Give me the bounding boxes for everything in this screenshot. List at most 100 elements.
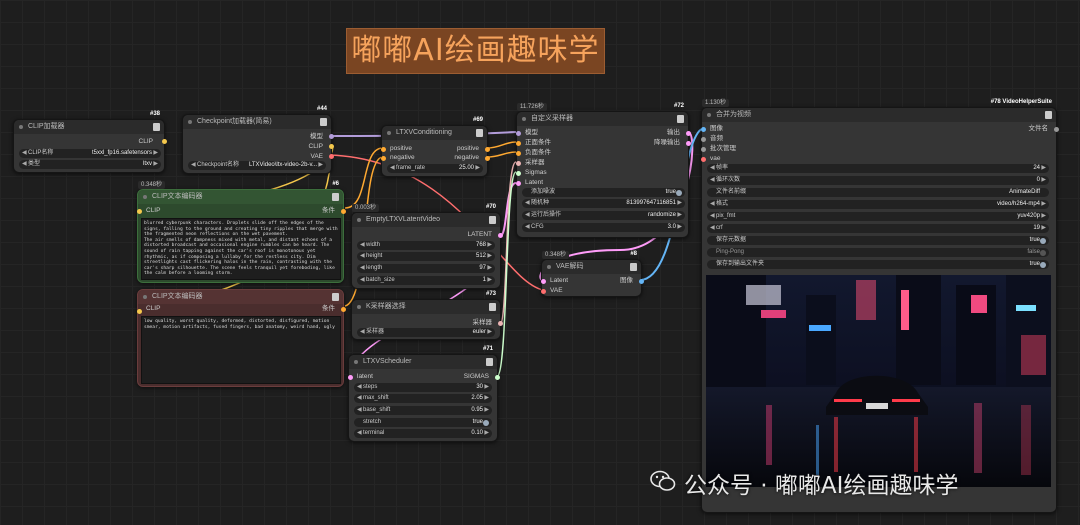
input-model-dot[interactable] [516,131,521,136]
crf-widget[interactable]: ◀ crf 19 ▶ [707,224,1049,233]
frame-rate-widget[interactable]: ◀ 帧率 24 ▶ [707,164,1049,173]
input-positive-dot[interactable] [516,141,521,146]
output-sigmas-dot[interactable] [495,375,500,380]
output-dot[interactable] [686,131,691,136]
vae-decode-node[interactable]: 0.348秒 #8 VAE解码 Latent VAE 图像 [541,251,644,297]
output-filenames-dot[interactable] [1054,127,1059,132]
input-images-dot[interactable] [701,127,706,132]
ltxv-conditioning-node[interactable]: #69 LTXVConditioning positive negative p… [381,117,490,177]
height-widget[interactable]: ◀ height 512 ▶ [357,252,495,261]
node-menu-icon[interactable] [153,123,160,131]
node-menu-icon[interactable] [677,115,684,123]
node-menu-icon[interactable] [489,216,496,224]
save-metadata-toggle[interactable]: 保存元数据 true [707,236,1049,245]
output-positive-dot[interactable] [485,147,490,152]
input-negative-dot[interactable] [516,151,521,156]
node-menu-icon[interactable] [320,118,327,126]
input-sigmas-dot[interactable] [516,171,521,176]
node-menu-icon[interactable] [630,263,637,271]
empty-ltxv-latent-video-node[interactable]: 0.003秒 #70 EmptyLTXVLatentVideo LATENT ◀… [351,204,503,289]
input-clip-dot[interactable] [137,309,142,314]
banner-title: 嘟嘟AI绘画趣味学 [346,28,605,74]
pix-fmt-select[interactable]: ◀ pix_fmt yuv420p ▶ [707,212,1049,221]
output-image-dot[interactable] [639,279,644,284]
loop-count-widget[interactable]: ◀ 循环次数 0 ▶ [707,176,1049,185]
output-vae-dot[interactable] [329,154,334,159]
output-sampler-dot[interactable] [498,321,503,326]
stretch-toggle[interactable]: stretch true [354,418,492,427]
clip-text-encode-positive-node[interactable]: 0.348秒 #6 CLIP文本编码器 CLIP 条件 blurred cybe… [137,181,346,283]
control-after-generate-widget[interactable]: ◀ 运行后操作 randomize ▶ [522,211,685,220]
width-widget[interactable]: ◀ width 768 ▶ [357,241,495,250]
node-header[interactable]: CLIP文本编码器 [138,290,343,304]
input-latent-dot[interactable] [348,375,353,380]
input-vae-dot[interactable] [541,289,546,294]
input-vae-dot[interactable] [701,157,706,162]
node-header[interactable]: 合并为视频 [702,108,1056,122]
ping-pong-toggle[interactable]: Ping-Pong false [707,248,1049,257]
negative-prompt-textarea[interactable]: low quality, worst quality, deformed, di… [141,316,341,384]
node-menu-icon[interactable] [332,293,339,301]
base-shift-widget[interactable]: ◀ base_shift 0.95 ▶ [354,406,492,415]
output-latent-dot[interactable] [498,233,503,238]
input-clip-dot[interactable] [137,209,142,214]
input-positive-dot[interactable] [381,147,386,152]
output-conditioning-dot[interactable] [341,307,346,312]
denoised-output-dot[interactable] [686,141,691,146]
frame-rate-widget[interactable]: ◀ frame_rate 25.00 ▶ [387,164,483,173]
input-latent-dot[interactable] [541,279,546,284]
input-negative-dot[interactable] [381,156,386,161]
filename-prefix-input[interactable]: 文件名前缀 AnimateDiff [707,188,1049,197]
node-header[interactable]: EmptyLTXVLatentVideo [352,213,500,227]
node-menu-icon[interactable] [486,358,493,366]
input-latent-label: Latent [525,179,544,186]
custom-sampler-node[interactable]: 11.726秒 #72 自定义采样器 模型 正面条件 负面条件 采样器 Sigm… [516,103,691,238]
checkpoint-loader-node[interactable]: #44 Checkpoint加载器(简易) 模型 CLIP VAE ◀ Check… [182,106,334,174]
node-header[interactable]: CLIP文本编码器 [138,190,343,204]
output-clip-dot[interactable] [162,139,167,144]
node-menu-icon[interactable] [332,193,339,201]
save-output-toggle[interactable]: 保存到输出文件夹 true [707,260,1049,269]
seed-widget[interactable]: ◀ 随机种 813997647116851 ▶ [522,199,685,208]
steps-widget[interactable]: ◀ steps 30 ▶ [354,383,492,392]
node-header[interactable]: 自定义采样器 [517,112,688,126]
prompt-textarea[interactable]: blurred cyberpunk characters. Droplets s… [141,218,341,280]
node-id: #78 VideoHelperSuite [990,99,1052,105]
output-model-dot[interactable] [329,134,334,139]
node-header[interactable]: VAE解码 [542,260,641,274]
add-noise-toggle[interactable]: 添加噪波 true [522,188,685,197]
clip-name-widget[interactable]: ◀ CLIP名称 t5xxl_fp16.safetensors ▶ [19,149,161,158]
output-conditioning-dot[interactable] [341,209,346,214]
ksampler-select-node[interactable]: #73 K采样器选择 采样器 ◀ 采样器 euler ▶ [351,291,503,340]
cfg-widget[interactable]: ◀ CFG 3.0 ▶ [522,223,685,232]
input-sampler-dot[interactable] [516,161,521,166]
sampler-name-widget[interactable]: ◀ 采样器 euler ▶ [357,328,495,337]
node-header[interactable]: CLIP加载器 [14,120,164,134]
input-vae-label: VAE [550,287,563,294]
input-batch-manager-dot[interactable] [701,147,706,152]
format-select[interactable]: ◀ 格式 video/h264-mp4 ▶ [707,200,1049,209]
node-header[interactable]: K采样器选择 [352,300,500,314]
output-negative-dot[interactable] [485,156,490,161]
clip-type-widget[interactable]: ◀ 类型 ltxv ▶ [19,160,161,169]
node-menu-icon[interactable] [489,303,496,311]
node-header[interactable]: LTXVScheduler [349,355,497,369]
input-audio-dot[interactable] [701,137,706,142]
toggle-knob-icon [1040,237,1046,244]
length-widget[interactable]: ◀ length 97 ▶ [357,264,495,273]
terminal-widget[interactable]: ◀ terminal 0.10 ▶ [354,429,492,438]
node-menu-icon[interactable] [1045,111,1052,119]
node-menu-icon[interactable] [476,129,483,137]
max-shift-widget[interactable]: ◀ max_shift 2.05 ▶ [354,394,492,403]
batch-size-widget[interactable]: ◀ batch_size 1 ▶ [357,276,495,285]
ltxv-scheduler-node[interactable]: #71 LTXVScheduler latent SIGMAS ◀ steps 30… [348,346,500,442]
output-clip-dot[interactable] [329,144,334,149]
clip-text-encode-negative-node[interactable]: CLIP文本编码器 CLIP 条件 low quality, worst qua… [137,289,346,387]
clip-loader-node[interactable]: #38 CLIP加载器 CLIP ◀ CLIP名称 t5xxl_fp16.safet… [13,111,167,173]
node-header[interactable]: Checkpoint加载器(简易) [183,115,331,129]
video-preview[interactable] [706,275,1051,487]
output-latent-label: LATENT [467,231,492,238]
checkpoint-name-widget[interactable]: ◀ Checkpoint名称 LTXVideo\ltx-video-2b-v... ▶ [188,161,326,170]
input-latent-dot[interactable] [516,181,521,186]
node-header[interactable]: LTXVConditioning [382,126,487,140]
